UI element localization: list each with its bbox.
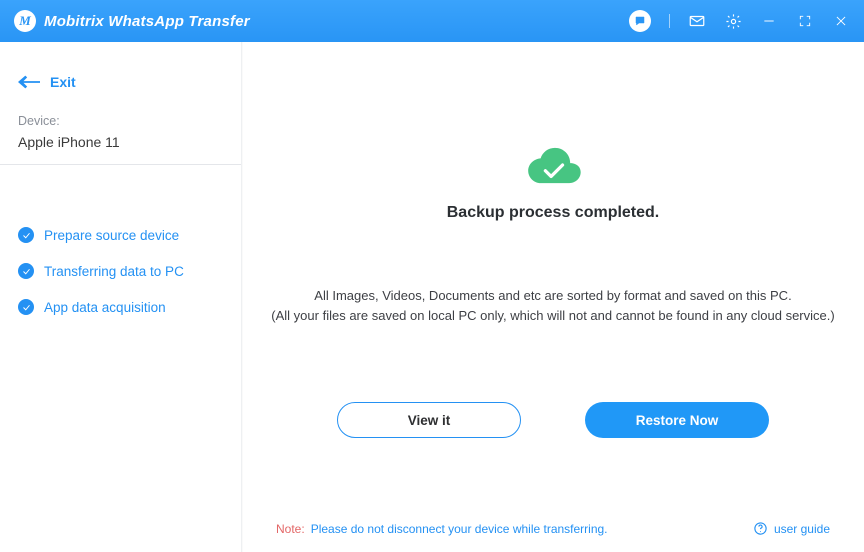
titlebar-divider bbox=[669, 14, 670, 28]
brand-logo-icon: M bbox=[14, 10, 36, 32]
description-line-2: (All your files are saved on local PC on… bbox=[271, 306, 834, 326]
mail-icon[interactable] bbox=[688, 12, 706, 30]
step-app-data: App data acquisition bbox=[18, 299, 223, 315]
step-label: Prepare source device bbox=[44, 228, 179, 243]
step-prepare-source: Prepare source device bbox=[18, 227, 223, 243]
headline: Backup process completed. bbox=[447, 204, 660, 222]
note-text: Please do not disconnect your device whi… bbox=[311, 522, 608, 536]
titlebar: M Mobitrix WhatsApp Transfer bbox=[0, 0, 864, 42]
arrow-left-icon bbox=[18, 75, 40, 89]
check-icon bbox=[18, 227, 34, 243]
brand: M Mobitrix WhatsApp Transfer bbox=[14, 10, 250, 32]
step-label: Transferring data to PC bbox=[44, 264, 184, 279]
description-line-1: All Images, Videos, Documents and etc ar… bbox=[271, 286, 834, 306]
user-guide-link[interactable]: user guide bbox=[753, 521, 830, 536]
maximize-icon[interactable] bbox=[796, 12, 814, 30]
sidebar: Exit Device: Apple iPhone 11 Prepare sou… bbox=[0, 42, 242, 552]
exit-button[interactable]: Exit bbox=[0, 74, 241, 110]
check-icon bbox=[18, 299, 34, 315]
help-icon bbox=[753, 521, 768, 536]
device-label: Device: bbox=[18, 114, 223, 128]
note-label: Note: bbox=[276, 522, 305, 536]
device-name: Apple iPhone 11 bbox=[18, 134, 223, 150]
step-transferring: Transferring data to PC bbox=[18, 263, 223, 279]
steps-list: Prepare source device Transferring data … bbox=[0, 165, 241, 315]
exit-label: Exit bbox=[50, 74, 76, 90]
view-button[interactable]: View it bbox=[337, 402, 521, 438]
button-row: View it Restore Now bbox=[337, 402, 769, 438]
restore-button[interactable]: Restore Now bbox=[585, 402, 769, 438]
cloud-check-icon bbox=[522, 144, 584, 186]
user-guide-label: user guide bbox=[774, 522, 830, 536]
description: All Images, Videos, Documents and etc ar… bbox=[271, 286, 834, 326]
device-block: Device: Apple iPhone 11 bbox=[0, 110, 241, 165]
app-title: Mobitrix WhatsApp Transfer bbox=[44, 13, 250, 30]
titlebar-actions bbox=[629, 10, 850, 32]
main-panel: Backup process completed. All Images, Vi… bbox=[242, 42, 864, 552]
chat-icon[interactable] bbox=[629, 10, 651, 32]
settings-icon[interactable] bbox=[724, 12, 742, 30]
step-label: App data acquisition bbox=[44, 300, 166, 315]
minimize-icon[interactable] bbox=[760, 12, 778, 30]
close-icon[interactable] bbox=[832, 12, 850, 30]
footer: Note: Please do not disconnect your devi… bbox=[242, 521, 864, 536]
check-icon bbox=[18, 263, 34, 279]
